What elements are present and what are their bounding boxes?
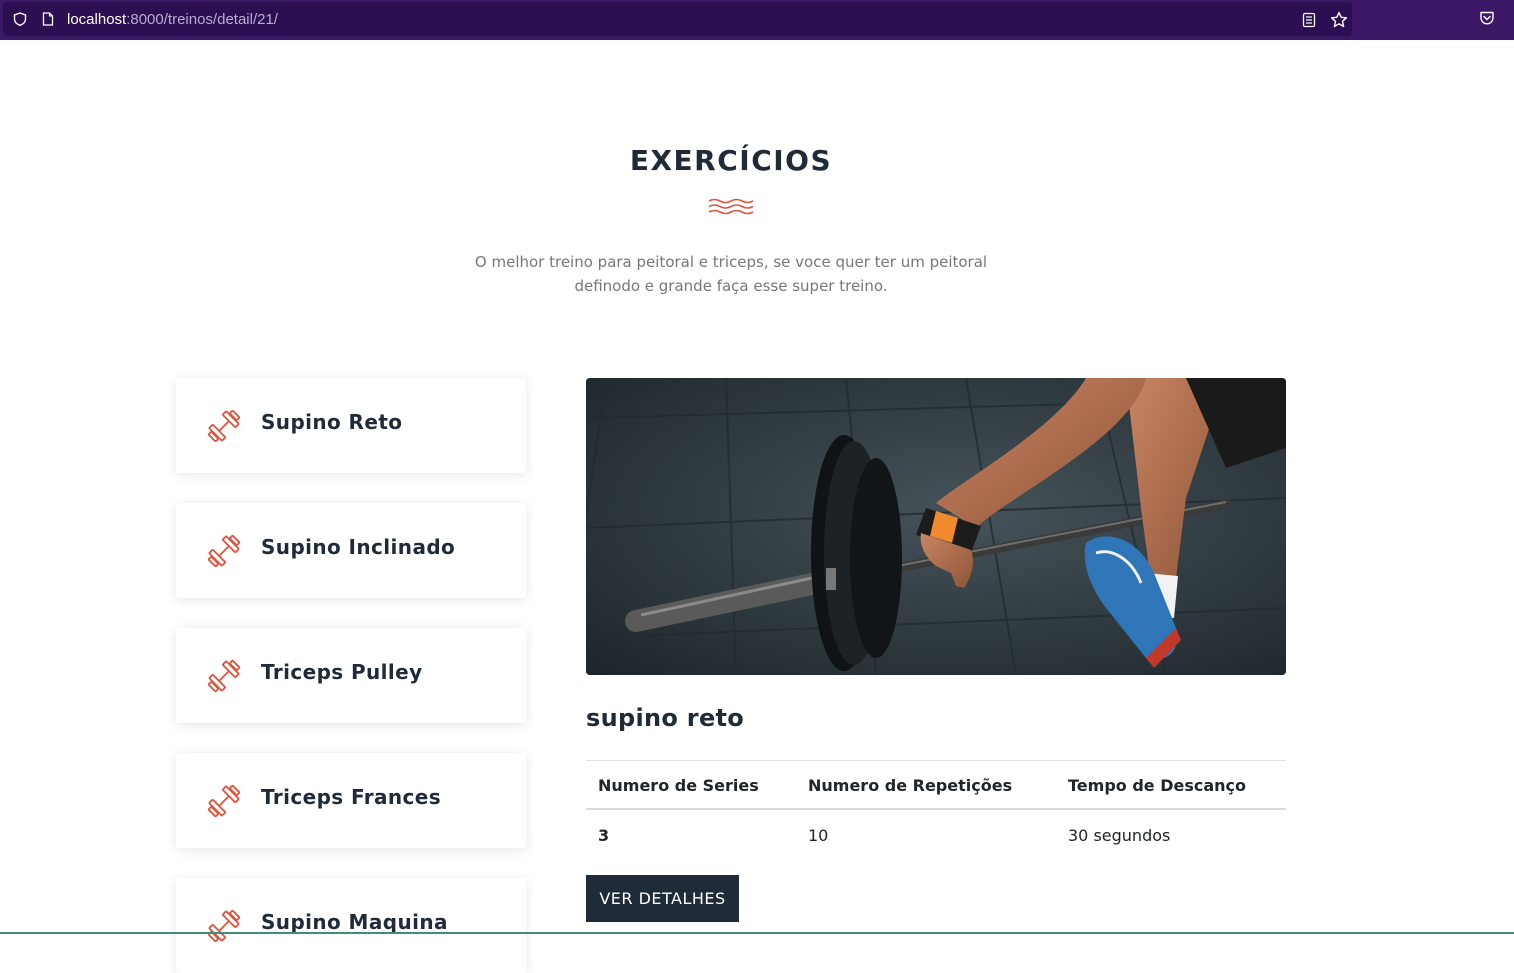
pocket-icon[interactable]: [1479, 10, 1495, 26]
exercise-card-supino-inclinado[interactable]: Supino Inclinado: [176, 503, 526, 598]
exercise-detail-title: supino reto: [586, 704, 745, 732]
dumbbell-icon: [207, 534, 241, 568]
dumbbell-icon: [207, 784, 241, 818]
table-header-repeticoes: Numero de Repetições: [808, 776, 1013, 795]
url-path: :8000/treinos/detail/21/: [126, 11, 278, 28]
reader-view-icon[interactable]: [1302, 12, 1316, 28]
dumbbell-icon: [207, 909, 241, 943]
url-host: localhost: [67, 11, 127, 28]
url-text[interactable]: localhost:8000/treinos/detail/21/: [67, 11, 278, 28]
ver-detalhes-button[interactable]: VER DETALHES: [586, 875, 739, 922]
bookmark-star-icon[interactable]: [1330, 11, 1348, 29]
table-cell-repeticoes: 10: [808, 826, 829, 845]
dumbbell-icon: [207, 409, 241, 443]
exercise-label: Supino Maquina: [261, 910, 448, 934]
section-title: EXERCÍCIOS: [629, 144, 833, 177]
exercise-card-triceps-pulley[interactable]: Triceps Pulley: [176, 628, 526, 723]
wave-divider-icon: [708, 198, 754, 215]
browser-toolbar: localhost:8000/treinos/detail/21/: [0, 0, 1514, 40]
table-cell-series: 3: [598, 826, 610, 845]
exercise-card-supino-maquina[interactable]: Supino Maquina: [176, 878, 526, 973]
exercise-label: Triceps Pulley: [261, 660, 423, 684]
description-line-1: O melhor treino para peitoral e triceps,…: [474, 253, 988, 271]
exercise-label: Supino Reto: [261, 410, 403, 434]
section-description: O melhor treino para peitoral e triceps,…: [461, 250, 1001, 298]
exercise-label: Triceps Frances: [261, 785, 442, 809]
table-cell-descanso: 30 segundos: [1068, 826, 1171, 845]
table-top-border: [586, 760, 1286, 761]
table-header-descanso: Tempo de Descanço: [1068, 776, 1247, 795]
table-header-border: [586, 808, 1286, 810]
exercise-photo: [586, 378, 1286, 675]
table-header-series: Numero de Series: [598, 776, 759, 795]
exercise-card-triceps-frances[interactable]: Triceps Frances: [176, 753, 526, 848]
shield-icon[interactable]: [13, 12, 27, 26]
description-line-2: definodo e grande faça esse super treino…: [574, 277, 888, 295]
exercise-card-supino-reto[interactable]: Supino Reto: [176, 378, 526, 473]
dumbbell-icon: [207, 659, 241, 693]
exercise-label: Supino Inclinado: [261, 535, 456, 559]
address-bar[interactable]: localhost:8000/treinos/detail/21/: [3, 2, 1352, 36]
barbell-photo-illustration: [586, 378, 1286, 675]
page-icon: [42, 12, 54, 26]
